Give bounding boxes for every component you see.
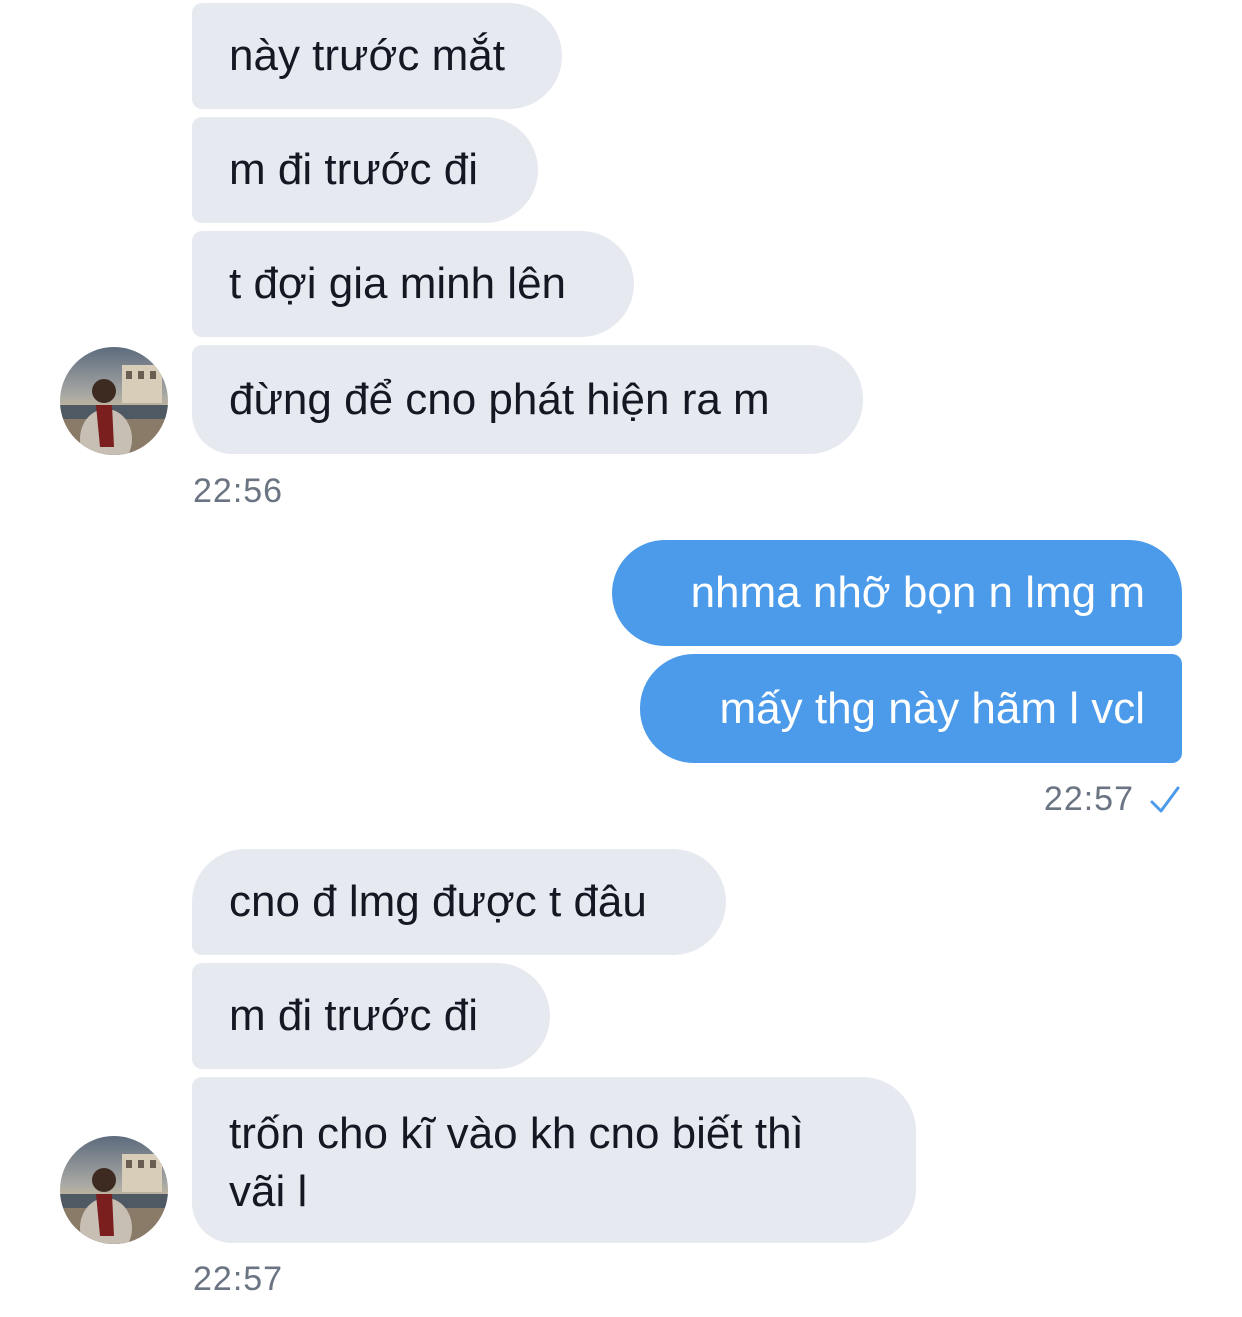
timestamp: 22:57	[193, 1260, 284, 1298]
message-text: trốn cho kĩ vào kh cno biết thì vãi l	[229, 1109, 804, 1216]
incoming-message-bubble[interactable]: trốn cho kĩ vào kh cno biết thì vãi l	[192, 1077, 916, 1243]
checkmark-icon	[1150, 786, 1180, 813]
avatar-photo-icon	[60, 347, 168, 455]
incoming-message-bubble[interactable]: m đi trước đi	[192, 117, 538, 223]
contact-avatar[interactable]	[60, 1136, 168, 1244]
incoming-message-bubble[interactable]: cno đ lmg được t đâu	[192, 849, 726, 955]
outgoing-message-bubble[interactable]: nhma nhỡ bọn n lmg m	[612, 540, 1182, 646]
message-text: mấy thg này hãm l vcl	[719, 683, 1146, 733]
incoming-message-bubble[interactable]: đừng để cno phát hiện ra m	[192, 345, 863, 454]
message-text: t đợi gia minh lên	[229, 259, 567, 308]
message-text: này trước mắt	[229, 31, 505, 80]
message-text: cno đ lmg được t đâu	[229, 877, 647, 926]
message-text: m đi trước đi	[229, 991, 479, 1040]
incoming-message-bubble[interactable]: t đợi gia minh lên	[192, 231, 634, 337]
incoming-message-bubble[interactable]: này trước mắt	[192, 3, 562, 109]
message-text: đừng để cno phát hiện ra m	[229, 374, 770, 424]
message-text: m đi trước đi	[229, 145, 479, 194]
incoming-message-bubble[interactable]: m đi trước đi	[192, 963, 550, 1069]
outgoing-message-bubble[interactable]: mấy thg này hãm l vcl	[640, 654, 1182, 763]
timestamp: 22:57	[1043, 780, 1134, 818]
avatar-photo-icon	[60, 1136, 168, 1244]
message-text: nhma nhỡ bọn n lmg m	[690, 568, 1145, 617]
contact-avatar[interactable]	[60, 347, 168, 455]
timestamp: 22:56	[193, 472, 284, 510]
